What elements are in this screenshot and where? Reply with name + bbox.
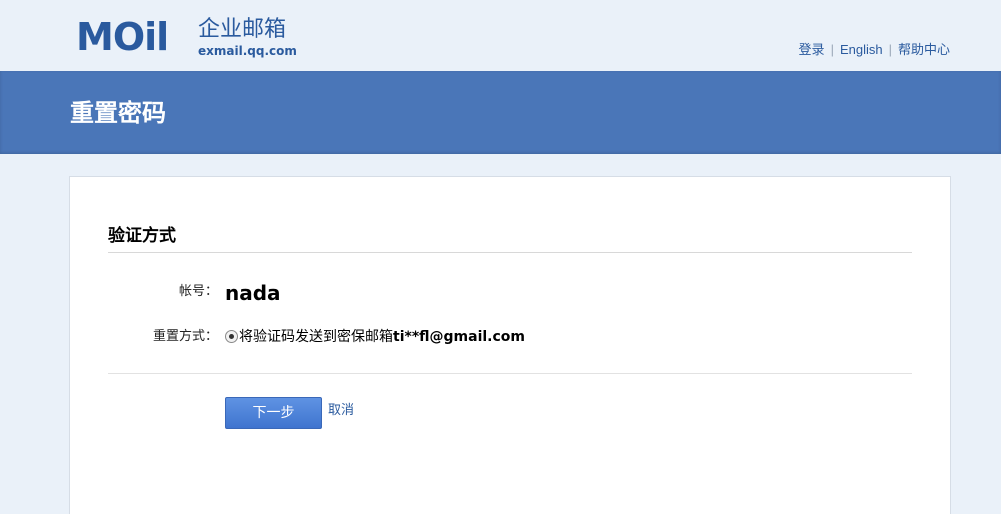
link-separator: | (888, 42, 892, 57)
section-title: 验证方式 (108, 226, 176, 246)
next-step-button[interactable]: 下一步 (225, 397, 322, 429)
title-band: 重置密码 (0, 71, 1001, 154)
form-divider (108, 373, 912, 374)
logo-domain-text: exmail.qq.com (198, 44, 297, 58)
reset-method-radio[interactable] (225, 330, 238, 343)
link-separator: | (830, 42, 834, 57)
reset-method-option[interactable]: 将验证码发送到密保邮箱ti**fl@gmail.com (239, 328, 525, 346)
logo-chinese-text: 企业邮箱 (198, 17, 287, 42)
reset-method-label: 重置方式： (152, 329, 218, 344)
cancel-link[interactable]: 取消 (328, 403, 354, 419)
reset-password-card: 验证方式 帐号： nada 重置方式： 将验证码发送到密保邮箱ti**fl@gm… (69, 176, 951, 514)
account-value: nada (225, 281, 281, 305)
english-link[interactable]: English (840, 42, 883, 57)
reset-method-email: ti**fl@gmail.com (393, 329, 525, 345)
top-links: 登录 | English | 帮助中心 (799, 42, 950, 58)
section-divider (108, 252, 912, 253)
reset-method-option-text: 将验证码发送到密保邮箱 (239, 329, 393, 345)
page-title: 重置密码 (70, 99, 166, 127)
help-center-link[interactable]: 帮助中心 (898, 42, 950, 57)
login-link[interactable]: 登录 (799, 42, 825, 57)
logo[interactable]: MOil 企业邮箱 exmail.qq.com (76, 14, 306, 62)
account-label: 帐号： (178, 284, 218, 299)
logo-mail-mark: MOil (76, 15, 169, 59)
top-header: MOil 企业邮箱 exmail.qq.com 登录 | English | 帮助中心 (0, 0, 1001, 71)
